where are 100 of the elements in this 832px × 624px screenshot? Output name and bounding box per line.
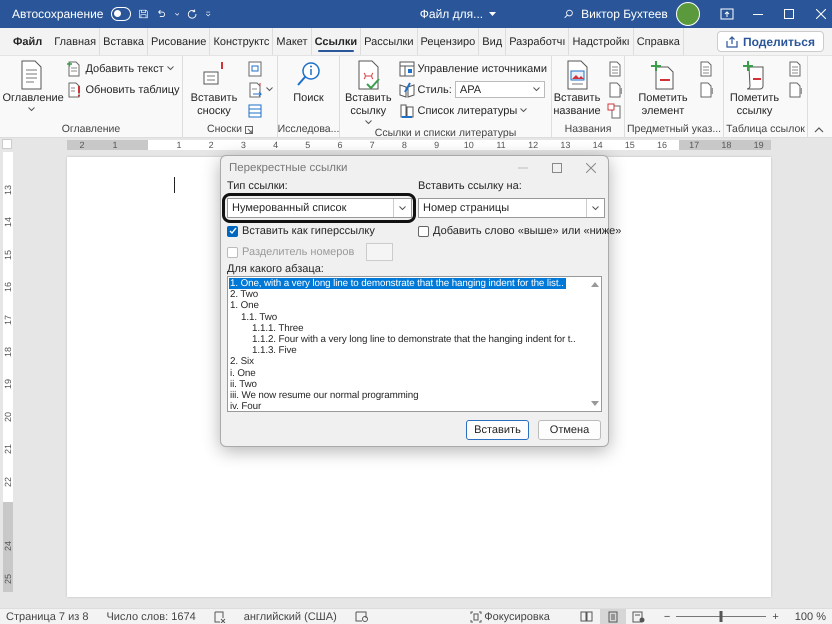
dialog-button[interactable]: Отмена bbox=[538, 420, 601, 440]
ruler-number: 17 bbox=[3, 314, 13, 325]
paragraph-list[interactable] bbox=[227, 276, 602, 412]
caret-icon bbox=[520, 108, 528, 113]
caret-icon bbox=[166, 66, 174, 71]
list-item[interactable]: iv. Four bbox=[229, 401, 264, 411]
document-title[interactable]: Файл для... bbox=[420, 7, 484, 21]
ribbon-button[interactable]: Вставить название bbox=[551, 58, 603, 122]
ruler-number: 12 bbox=[528, 140, 538, 150]
ruler-number: 20 bbox=[3, 412, 13, 422]
book-icon bbox=[580, 611, 594, 622]
ribbon-button[interactable]: Вставить ссылку bbox=[342, 58, 395, 127]
scroll-down-icon[interactable] bbox=[590, 401, 598, 406]
list-item[interactable]: 1. One bbox=[229, 300, 261, 312]
caret-icon bbox=[266, 87, 273, 92]
ribbon-button[interactable]: Управление источниками bbox=[396, 59, 549, 78]
group-label: Исследова... bbox=[278, 123, 340, 136]
field-label: Тип ссылки: bbox=[227, 180, 289, 193]
document-arrow-icon bbox=[247, 82, 263, 98]
proofing-icon[interactable] bbox=[214, 610, 226, 622]
caret-icon bbox=[28, 107, 35, 112]
ruler-number: 9 bbox=[434, 140, 440, 150]
customize-icon[interactable] bbox=[205, 9, 212, 19]
zoom-in-button[interactable]: + bbox=[772, 610, 779, 622]
ruler-number: 13 bbox=[560, 140, 570, 150]
launcher-icon[interactable] bbox=[244, 126, 253, 134]
caret-icon[interactable] bbox=[174, 12, 180, 16]
page-icon bbox=[608, 610, 618, 622]
share-button[interactable]: Поделиться bbox=[716, 31, 824, 52]
ribbon-button[interactable]: Пометить ссылку bbox=[726, 58, 783, 122]
ruler-number: 25 bbox=[3, 574, 13, 584]
reference-target-dropdown[interactable]: Номер страницы bbox=[418, 198, 605, 218]
focus-button[interactable]: Фокусировка bbox=[470, 608, 550, 624]
user-name[interactable]: Виктор Бухтеев bbox=[581, 7, 668, 21]
ribbon-button[interactable]: Вставить сноску bbox=[185, 58, 243, 122]
group-label: Таблица ссылок bbox=[726, 123, 805, 136]
dialog-button[interactable]: Вставить bbox=[466, 420, 529, 440]
reference-type-dropdown[interactable]: Нумерованный список bbox=[227, 198, 412, 218]
list-item[interactable]: iii. We now resume our normal programming bbox=[229, 390, 420, 402]
ruler-number: 21 bbox=[3, 444, 13, 454]
ribbon-button[interactable]: Пометить элемент bbox=[632, 58, 694, 122]
style-dropdown[interactable]: APA bbox=[454, 81, 545, 98]
group-label: Ссылки и списки литературы bbox=[374, 127, 516, 140]
zoom-level[interactable]: 100 % bbox=[794, 610, 826, 622]
ribbon-button[interactable]: Добавить текст bbox=[64, 59, 182, 78]
list-item[interactable]: 1. One, with a very long line to demonstrate that the hanging indent for the list.. bbox=[229, 278, 566, 290]
maximize-icon[interactable] bbox=[552, 163, 562, 173]
ruler-number: 19 bbox=[754, 140, 764, 150]
autosave-toggle[interactable] bbox=[111, 7, 132, 21]
document-plus-icon bbox=[66, 60, 82, 76]
ruler-number: 2 bbox=[80, 140, 84, 150]
document-alert-icon bbox=[698, 82, 714, 98]
list-item[interactable]: 2. Two bbox=[229, 289, 260, 300]
list-item[interactable]: 1.1.2. Four with a very long line to demonstrate that the hanging indent for t.. bbox=[251, 334, 578, 346]
book-icon bbox=[398, 82, 415, 98]
caret-icon bbox=[364, 120, 372, 125]
checkbox-label: Вставить как гиперссылку bbox=[242, 225, 375, 237]
autosave-label: Автосохранение bbox=[12, 7, 104, 21]
list-item[interactable]: ii. Two bbox=[229, 378, 259, 390]
ruler-number: 18 bbox=[3, 347, 13, 357]
ruler-number: 3 bbox=[240, 140, 246, 150]
group-label: Предметный указ... bbox=[626, 123, 722, 136]
document-link-icon bbox=[606, 102, 623, 118]
list-item[interactable]: 1.1. Two bbox=[240, 312, 280, 323]
list-item[interactable]: 1.1.1. Three bbox=[251, 322, 306, 334]
ruler-number: 1 bbox=[112, 140, 118, 150]
ribbon-button[interactable]: Поиск bbox=[291, 58, 326, 122]
ribbon-display-icon[interactable] bbox=[720, 8, 734, 20]
style-label: Стиль: bbox=[418, 84, 452, 96]
checkmark-icon bbox=[228, 227, 236, 235]
zoom-slider-thumb[interactable] bbox=[720, 611, 723, 622]
document-alert-icon bbox=[66, 82, 82, 98]
list-item[interactable]: 1.1.3. Five bbox=[251, 345, 299, 356]
zoom-out-button[interactable]: − bbox=[664, 610, 670, 622]
list-item[interactable]: 2. Six bbox=[229, 356, 256, 368]
scroll-up-icon[interactable] bbox=[590, 282, 598, 287]
ribbon-tab[interactable]: Файл bbox=[4, 28, 52, 55]
ruler-number: 17 bbox=[689, 140, 700, 150]
avatar[interactable] bbox=[676, 2, 700, 26]
word-count[interactable]: Число слов: 1674 bbox=[106, 610, 196, 622]
ruler-number: 15 bbox=[3, 250, 13, 260]
checkbox[interactable] bbox=[227, 226, 238, 236]
view-button[interactable] bbox=[600, 608, 626, 624]
language[interactable]: английский (США) bbox=[244, 610, 337, 622]
checkbox[interactable] bbox=[418, 226, 429, 236]
ribbon-button[interactable]: Список литературы bbox=[396, 101, 549, 120]
ribbon-button[interactable]: Обновить таблицу bbox=[64, 80, 182, 99]
search-icon[interactable] bbox=[564, 7, 574, 21]
caret-icon[interactable] bbox=[489, 12, 496, 16]
page-count[interactable]: Страница 7 из 8 bbox=[6, 610, 88, 622]
list-item[interactable]: i. One bbox=[229, 368, 258, 379]
collapse-icon[interactable] bbox=[814, 127, 824, 133]
ribbon-button[interactable]: Оглавление bbox=[0, 58, 62, 122]
focus-icon bbox=[470, 610, 482, 622]
close-icon[interactable] bbox=[586, 163, 596, 173]
save-icon[interactable] bbox=[139, 7, 148, 21]
list-label: Для какого абзаца: bbox=[227, 263, 325, 276]
ruler-number: 14 bbox=[592, 140, 603, 150]
ruler-number: 18 bbox=[721, 140, 732, 150]
accessibility-icon[interactable] bbox=[354, 611, 368, 622]
